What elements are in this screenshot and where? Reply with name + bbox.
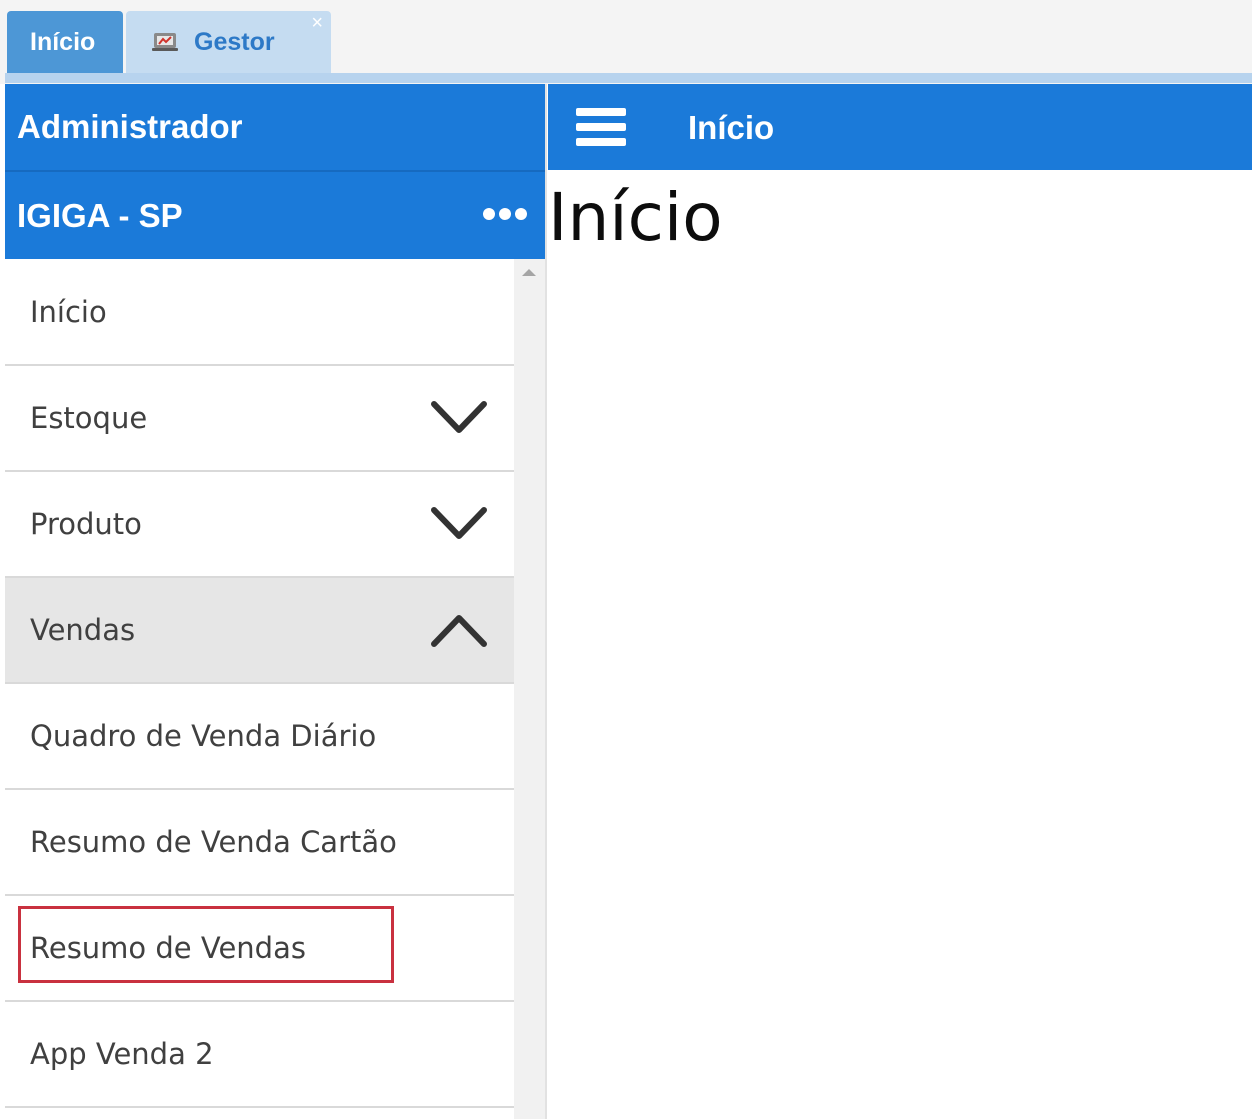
sidebar-item-label: Estoque: [30, 401, 148, 435]
ellipsis-icon[interactable]: [483, 208, 527, 220]
sidebar-item-label: Vendas: [30, 613, 136, 647]
main-header-title: Início: [688, 109, 775, 146]
sidebar-item-app-venda-2[interactable]: App Venda 2: [5, 1002, 514, 1108]
sidebar-menu: Início Estoque Produto Vendas Quadro de …: [5, 259, 514, 1119]
gestor-icon: [150, 30, 180, 54]
sidebar-header: Administrador: [5, 84, 545, 170]
chevron-up-icon: [431, 615, 487, 647]
sidebar-item-resumo-de-vendas[interactable]: Resumo de Vendas: [5, 896, 514, 1002]
sidebar-item-vendas[interactable]: Vendas: [5, 578, 514, 684]
close-icon[interactable]: ×: [311, 13, 323, 33]
sidebar-item-label: Resumo de Vendas: [30, 931, 306, 965]
tab-strip-underline: [5, 73, 1252, 83]
company-bar: IGIGA - SP: [5, 170, 545, 259]
sidebar-item-label: Produto: [30, 507, 142, 541]
hamburger-menu-icon[interactable]: [576, 108, 628, 148]
scroll-up-arrow-icon[interactable]: [522, 269, 536, 276]
sidebar-item-resumo-de-venda-cartao[interactable]: Resumo de Venda Cartão: [5, 790, 514, 896]
sidebar-item-label: Quadro de Venda Diário: [30, 719, 377, 753]
chevron-down-icon: [431, 507, 487, 539]
sidebar-item-label: App Venda 2: [30, 1037, 214, 1071]
sidebar: Administrador IGIGA - SP Início Estoque …: [5, 84, 547, 1119]
sidebar-item-quadro-de-venda-diario[interactable]: Quadro de Venda Diário: [5, 684, 514, 790]
sidebar-item-inicio[interactable]: Início: [5, 259, 514, 366]
tab-gestor[interactable]: Gestor ×: [126, 11, 331, 73]
page-title: Início: [548, 179, 723, 256]
tab-inicio-label: Início: [30, 27, 96, 56]
main-header: Início: [548, 84, 1252, 170]
company-name: IGIGA - SP: [17, 196, 183, 234]
sidebar-item-label: Resumo de Venda Cartão: [30, 825, 397, 859]
sidebar-item-produto[interactable]: Produto: [5, 472, 514, 578]
chevron-down-icon: [431, 401, 487, 433]
sidebar-title: Administrador: [17, 108, 243, 145]
tab-inicio[interactable]: Início: [7, 11, 123, 73]
sidebar-item-label: Início: [30, 294, 107, 329]
tab-strip: Início Gestor ×: [0, 0, 1252, 84]
tab-gestor-label: Gestor: [194, 27, 275, 56]
sidebar-scrollbar[interactable]: [514, 259, 545, 1119]
sidebar-item-estoque[interactable]: Estoque: [5, 366, 514, 472]
